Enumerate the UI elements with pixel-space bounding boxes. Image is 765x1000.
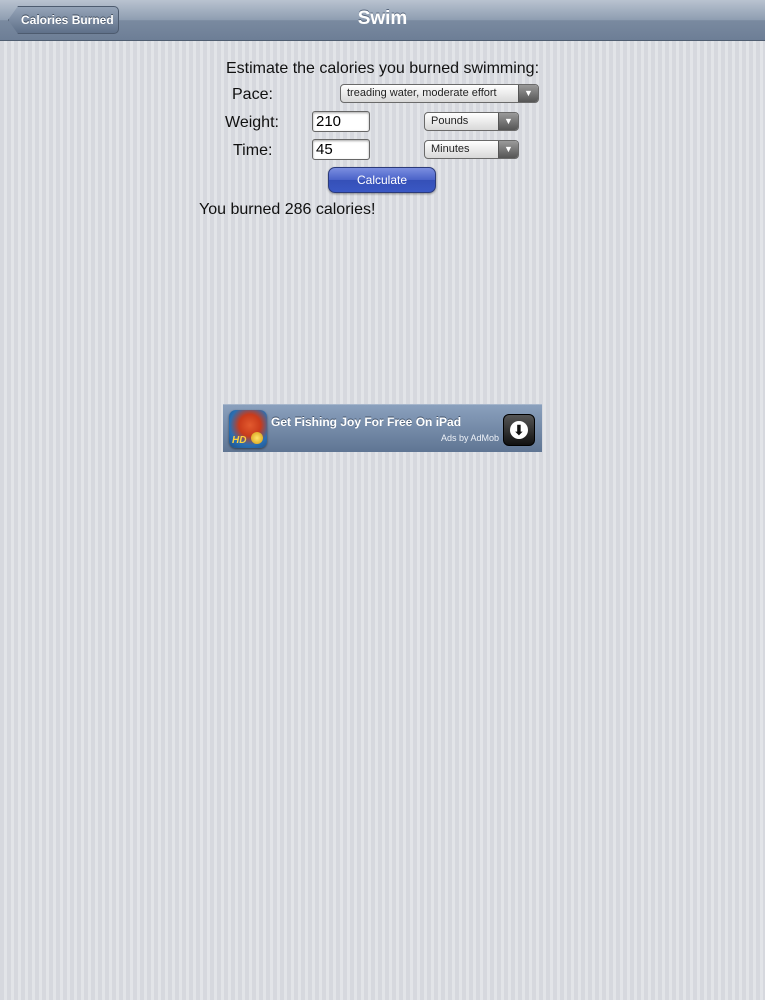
- time-label: Time:: [233, 142, 273, 159]
- time-unit-value: Minutes: [431, 143, 470, 155]
- pace-select[interactable]: treading water, moderate effort ▼: [340, 84, 539, 103]
- result-text: You burned 286 calories!: [199, 201, 376, 218]
- hd-badge: HD: [232, 435, 247, 446]
- pace-label: Pace:: [232, 86, 273, 103]
- time-unit-select[interactable]: Minutes ▼: [424, 140, 519, 159]
- page-title: Swim: [357, 8, 408, 29]
- form-heading: Estimate the calories you burned swimmin…: [226, 60, 540, 77]
- chevron-down-icon: ▼: [498, 113, 518, 130]
- pace-select-value: treading water, moderate effort: [347, 87, 497, 99]
- coin-icon: [251, 432, 263, 444]
- ad-banner[interactable]: HD Get Fishing Joy For Free On iPad Ads …: [223, 404, 542, 452]
- ad-attribution: Ads by AdMob: [440, 433, 499, 443]
- app-icon[interactable]: HD: [229, 410, 267, 448]
- time-input[interactable]: [312, 139, 370, 160]
- chevron-down-icon: ▼: [498, 141, 518, 158]
- weight-label: Weight:: [225, 114, 279, 131]
- navigation-bar: Calories Burned Swim: [0, 0, 765, 41]
- download-arrow-icon: ⬇: [510, 421, 528, 439]
- download-button[interactable]: ⬇: [503, 414, 535, 446]
- weight-unit-value: Pounds: [431, 115, 469, 127]
- chevron-down-icon: ▼: [518, 85, 538, 102]
- ad-headline[interactable]: Get Fishing Joy For Free On iPad: [271, 415, 461, 429]
- weight-unit-select[interactable]: Pounds ▼: [424, 112, 519, 131]
- weight-input[interactable]: [312, 111, 370, 132]
- calculate-button[interactable]: Calculate: [328, 167, 436, 193]
